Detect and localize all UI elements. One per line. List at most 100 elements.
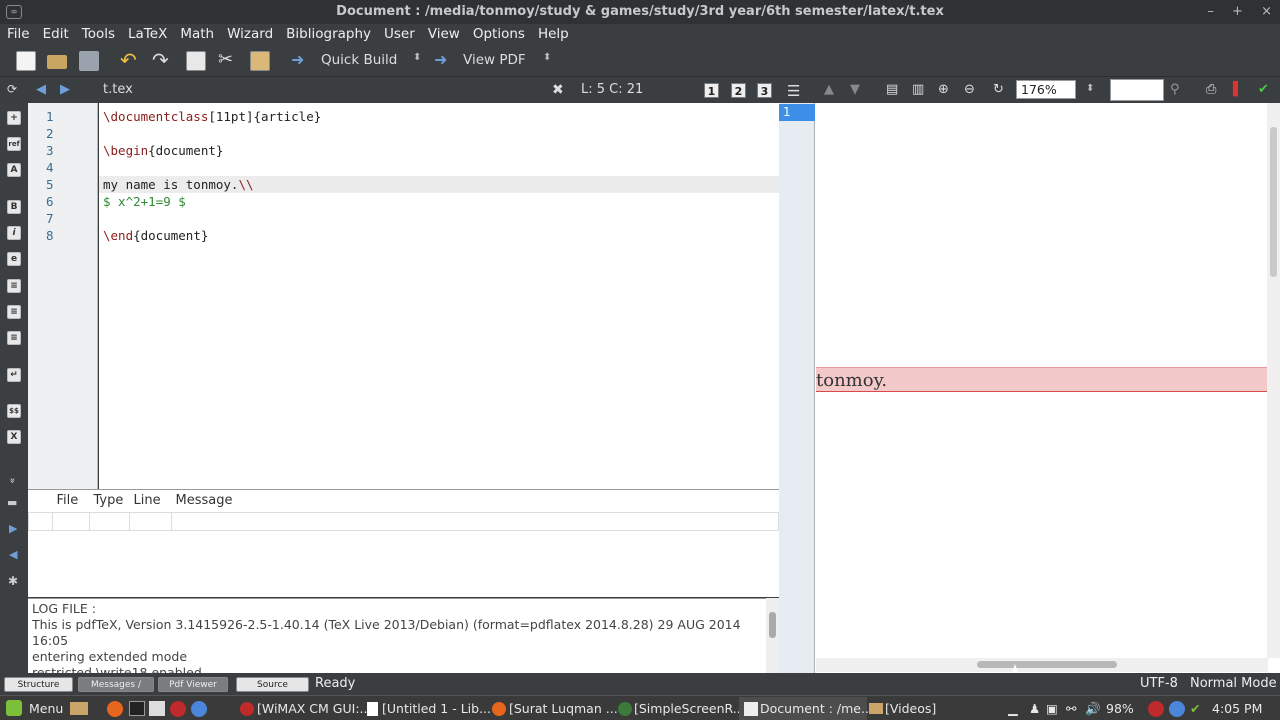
start-menu-button[interactable]: Menu xyxy=(29,701,63,716)
structure-tab[interactable]: Structure xyxy=(4,677,73,692)
minimize-button[interactable]: – xyxy=(1207,4,1214,19)
horizontal-scroll-thumb[interactable] xyxy=(977,661,1117,668)
log-scroll-thumb[interactable] xyxy=(769,612,776,638)
arrow-down-icon[interactable]: ▼ xyxy=(850,82,860,97)
chromium-icon[interactable] xyxy=(191,701,207,717)
code-line[interactable]: $ x^2+1=9 $ xyxy=(99,193,779,210)
expand-icon[interactable]: » xyxy=(7,477,18,483)
terminal-icon[interactable] xyxy=(129,701,145,716)
chevron-updown-icon[interactable]: ⬍ xyxy=(543,52,551,63)
ref-icon[interactable]: ref xyxy=(7,137,21,151)
emphasis-icon[interactable]: e xyxy=(7,252,21,266)
clock[interactable]: 4:05 PM xyxy=(1212,701,1262,716)
code-line[interactable] xyxy=(99,159,779,176)
bookmark-icon[interactable]: ▌ xyxy=(1233,82,1243,97)
column-file[interactable]: File xyxy=(52,490,90,513)
encoding-indicator[interactable]: UTF-8 xyxy=(1140,676,1178,691)
bold-icon[interactable]: B xyxy=(7,200,21,214)
back-icon[interactable]: ◀ xyxy=(36,82,46,97)
menu-bibliography[interactable]: Bibliography xyxy=(280,24,377,44)
shield-icon[interactable] xyxy=(1169,701,1185,717)
column-line[interactable]: Line xyxy=(129,490,172,513)
maximize-button[interactable]: + xyxy=(1232,4,1243,19)
align-left-icon[interactable]: ≡ xyxy=(7,279,21,293)
pdf-vertical-scrollbar[interactable] xyxy=(1267,103,1280,658)
binoculars-icon[interactable]: ⚲ xyxy=(1170,82,1180,97)
view-1-button[interactable]: 1 xyxy=(704,83,719,98)
log-panel[interactable]: LOG FILE : This is pdfTeX, Version 3.141… xyxy=(28,598,779,673)
code-line[interactable]: \begin{document} xyxy=(99,142,779,159)
print-icon[interactable]: ⎙ xyxy=(1206,82,1216,97)
document-tab[interactable]: t.tex xyxy=(103,82,133,97)
network-icon[interactable]: ⚯ xyxy=(1066,701,1076,716)
code-line[interactable] xyxy=(99,125,779,142)
code-line[interactable]: \documentclass[11pt]{article} xyxy=(99,108,779,125)
pdf-search-input[interactable] xyxy=(1110,79,1164,101)
copy-icon[interactable] xyxy=(186,51,206,71)
messages-icon[interactable]: ▬ xyxy=(7,496,17,509)
next-error-icon[interactable]: ▶ xyxy=(9,522,17,535)
chevron-updown-icon[interactable]: ⬍ xyxy=(1086,83,1094,94)
align-center-icon[interactable]: ≡ xyxy=(7,305,21,319)
quick-build-run-icon[interactable]: ➜ xyxy=(291,50,304,69)
battery-level[interactable]: 98% xyxy=(1106,701,1134,716)
new-file-icon[interactable] xyxy=(16,51,36,71)
volume-icon[interactable]: 🔊 xyxy=(1085,701,1101,717)
undo-icon[interactable]: ↶ xyxy=(120,50,140,71)
font-icon[interactable]: A xyxy=(7,163,21,177)
vertical-scroll-thumb[interactable] xyxy=(1270,127,1277,277)
mint-menu-icon[interactable] xyxy=(6,700,22,716)
menu-latex[interactable]: LaTeX xyxy=(122,24,173,44)
clipboard-icon[interactable]: ▣ xyxy=(1046,701,1058,716)
taskbar-window[interactable]: [Untitled 1 - Lib... xyxy=(382,701,491,716)
column-message[interactable]: Message xyxy=(171,490,779,513)
chevron-updown-icon[interactable]: ⬍ xyxy=(413,52,421,63)
settings-icon[interactable]: ✱ xyxy=(8,574,18,588)
menu-user[interactable]: User xyxy=(378,24,421,44)
math-mode-icon[interactable]: $$ xyxy=(7,404,21,418)
firefox-icon[interactable] xyxy=(107,701,123,717)
mode-indicator[interactable]: Normal Mode xyxy=(1190,676,1277,691)
taskbar-window[interactable]: [Surat Luqman ... xyxy=(509,701,618,716)
redo-icon[interactable]: ↷ xyxy=(152,50,172,71)
zoom-out-icon[interactable]: ⊖ xyxy=(964,82,975,97)
text-editor-icon[interactable] xyxy=(149,701,165,716)
wimax-icon[interactable] xyxy=(170,701,186,717)
paste-icon[interactable] xyxy=(250,51,270,71)
check-icon[interactable]: ✔ xyxy=(1258,82,1269,97)
structure-toggle-icon[interactable]: ⟳ xyxy=(7,82,17,96)
column-type[interactable]: Type xyxy=(89,490,130,513)
code-line[interactable]: \end{document} xyxy=(99,227,779,244)
pages-icon[interactable]: ▥ xyxy=(912,82,924,97)
code-editor[interactable]: \documentclass[11pt]{article} \begin{doc… xyxy=(99,103,779,489)
user-icon[interactable]: ♟ xyxy=(1029,701,1040,716)
forward-icon[interactable]: ▶ xyxy=(60,82,70,97)
view-pdf-run-icon[interactable]: ➜ xyxy=(434,50,447,69)
record-icon[interactable] xyxy=(1148,701,1164,717)
menu-view[interactable]: View xyxy=(422,24,466,44)
zoom-in-icon[interactable]: ⊕ xyxy=(938,82,949,97)
taskbar-window-active[interactable]: Document : /me... xyxy=(760,701,873,716)
clear-icon[interactable]: X xyxy=(7,430,21,444)
quick-build-select[interactable]: Quick Build xyxy=(321,52,397,68)
log-scrollbar[interactable] xyxy=(766,598,779,673)
taskbar-window[interactable]: [WiMAX CM GUI:... xyxy=(257,701,371,716)
taskbar-window[interactable]: [Videos] xyxy=(885,701,936,716)
menu-file[interactable]: File xyxy=(1,24,36,44)
cut-icon[interactable]: ✂ xyxy=(218,51,238,71)
italic-icon[interactable]: i xyxy=(7,226,21,240)
open-file-icon[interactable] xyxy=(47,55,67,69)
code-line[interactable] xyxy=(99,210,779,227)
show-desktop-icon[interactable]: ▁ xyxy=(1008,701,1018,716)
menu-math[interactable]: Math xyxy=(174,24,220,44)
newline-icon[interactable]: ↵ xyxy=(7,368,21,382)
arrow-up-icon[interactable]: ▲ xyxy=(824,82,834,97)
messages-log-tab[interactable]: Messages / Log xyxy=(78,677,154,705)
add-icon[interactable]: + xyxy=(7,111,21,125)
menu-help[interactable]: Help xyxy=(532,24,575,44)
file-manager-icon[interactable] xyxy=(70,702,88,715)
menu-edit[interactable]: Edit xyxy=(37,24,75,44)
page-icon[interactable]: ▤ xyxy=(886,82,898,97)
view-pdf-select[interactable]: View PDF xyxy=(463,52,526,68)
close-tab-icon[interactable]: ✖ xyxy=(552,82,564,98)
